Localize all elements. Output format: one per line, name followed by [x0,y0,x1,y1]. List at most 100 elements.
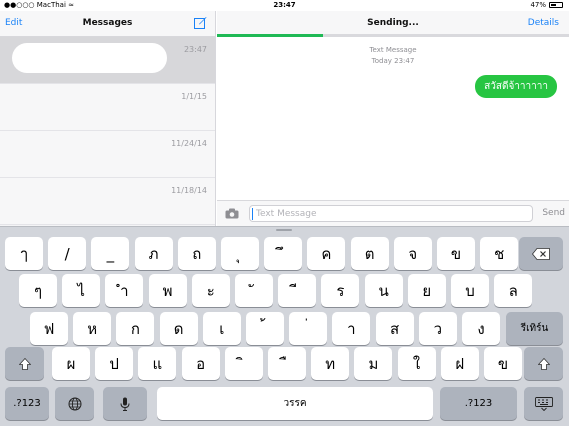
thread-title: Sending... [367,18,419,28]
key-row2-9[interactable]: ย [407,274,446,307]
conversation-date: 11/18/14 [171,186,207,195]
key-row1-4[interactable]: ถ [177,237,216,270]
status-bar: ●●○○○ MacThai ≈ 23:47 47% [0,0,569,11]
microphone-icon [120,397,130,411]
key-row4-2[interactable]: แ [138,347,177,380]
send-progress-bar [217,34,569,37]
key-row2-6[interactable]: ี [278,274,317,307]
key-row1-0[interactable]: ๅ [5,237,43,270]
keyboard-handle [276,229,292,231]
key-row3-3[interactable]: ด [159,312,198,345]
camera-icon[interactable] [225,208,239,219]
key-row2-4[interactable]: ะ [191,274,230,307]
numbers-key-right[interactable]: .?123 [440,387,517,420]
key-row4-1[interactable]: ป [95,347,134,380]
conversation-list-title: Messages [82,18,133,28]
conversation-date: 11/24/14 [171,139,207,148]
key-row4-8[interactable]: ใ [397,347,436,380]
conversation-item[interactable]: 1/1/15 [0,84,215,131]
shift-icon [537,357,550,370]
key-row3-7[interactable]: า [332,312,371,345]
globe-icon [68,397,81,410]
message-type-label: Text Message [369,46,417,54]
conversation-date: 23:47 [183,45,207,54]
thread-navbar: Sending... Details [217,11,569,37]
shift-icon [18,357,31,370]
key-row2-5[interactable]: ั [235,274,273,307]
key-row3-5[interactable]: ้ [246,312,284,345]
key-row2-8[interactable]: น [364,274,403,307]
conversation-date: 1/1/15 [181,92,207,101]
key-row3-10[interactable]: ง [462,312,500,345]
key-row2-3[interactable]: พ [148,274,187,307]
key-row3-1[interactable]: ห [73,312,112,345]
battery-percent: 47% [530,1,546,9]
delete-key[interactable] [519,237,563,270]
message-input[interactable]: Text Message [249,205,533,222]
battery-status: 47% [530,1,563,9]
conversation-preview-placeholder [12,43,167,73]
carrier-label: ●●○○○ MacThai ≈ [4,1,74,9]
key-row1-9[interactable]: จ [393,237,432,270]
key-row3-2[interactable]: ก [116,312,155,345]
key-row3-6[interactable]: ่ [289,312,328,345]
hide-keyboard-key[interactable] [524,387,563,420]
thai-keyboard: รีเทิร์น .?123 วรรค .?123 ๅ / _ ภ ถ ค ต … [0,226,569,426]
key-row1-5[interactable]: ุ [221,237,259,270]
key-row4-4[interactable]: ิ [224,347,263,380]
return-key[interactable]: รีเทิร์น [506,312,563,345]
key-row4-5[interactable]: ื [268,347,306,380]
conversation-item[interactable]: 11/24/14 [0,131,215,178]
key-row4-7[interactable]: ม [354,347,393,380]
key-row1-2[interactable]: _ [91,237,130,270]
key-row1-11[interactable]: ช [480,237,519,270]
send-button[interactable]: Send [542,208,565,218]
ipad-screen: ●●○○○ MacThai ≈ 23:47 47% Edit Messages … [0,0,569,426]
key-row2-0[interactable]: ๆ [19,274,57,307]
key-row3-8[interactable]: ส [375,312,414,345]
carrier-name: MacThai [36,1,66,9]
key-row3-4[interactable]: เ [202,312,241,345]
compose-icon[interactable] [194,16,207,29]
key-row4-10[interactable]: ข [484,347,522,380]
shift-key-right[interactable] [524,347,563,380]
conversation-item[interactable]: 11/18/14 [0,178,215,225]
dictation-key[interactable] [103,387,147,420]
key-row4-3[interactable]: อ [181,347,220,380]
numbers-key-left[interactable]: .?123 [5,387,49,420]
key-row2-2[interactable]: ำ [105,274,144,307]
space-key[interactable]: วรรค [157,387,433,420]
key-row1-7[interactable]: ค [307,237,346,270]
details-button[interactable]: Details [528,18,559,28]
key-row2-7[interactable]: ร [321,274,360,307]
key-row3-9[interactable]: ว [418,312,457,345]
key-row4-9[interactable]: ฝ [440,347,479,380]
keyboard-hide-icon [534,396,553,411]
conversation-list-navbar: Edit Messages [0,11,215,37]
message-timestamp: Text Message Today 23:47 [217,45,569,67]
key-row2-10[interactable]: บ [451,274,489,307]
message-input-bar: Text Message Send [217,200,569,226]
sent-message-bubble[interactable]: สวัสดีจ้าาาาาา [475,75,557,98]
key-row2-1[interactable]: ไ [62,274,101,307]
key-row2-11[interactable]: ล [494,274,533,307]
globe-key[interactable] [55,387,94,420]
key-row1-10[interactable]: ข [437,237,475,270]
key-row1-1[interactable]: / [48,237,87,270]
conversation-item[interactable]: 23:47 [0,37,215,84]
battery-icon [549,2,563,8]
message-thread-pane: Sending... Details Text Message Today 23… [217,11,569,226]
key-row3-0[interactable]: ฟ [30,312,68,345]
key-row4-0[interactable]: ผ [52,347,90,380]
wifi-icon: ≈ [68,1,74,9]
clock: 23:47 [273,1,296,9]
key-row1-6[interactable]: ึ [264,237,303,270]
message-time-label: Today 23:47 [371,57,415,65]
shift-key-left[interactable] [5,347,44,380]
conversation-list-pane: Edit Messages 23:47 1/1/15 11/24/14 11/1… [0,11,216,226]
key-row1-3[interactable]: ภ [134,237,173,270]
delete-icon [532,247,550,260]
key-row4-6[interactable]: ท [311,347,350,380]
key-row1-8[interactable]: ต [350,237,389,270]
send-progress-fill [217,34,323,37]
